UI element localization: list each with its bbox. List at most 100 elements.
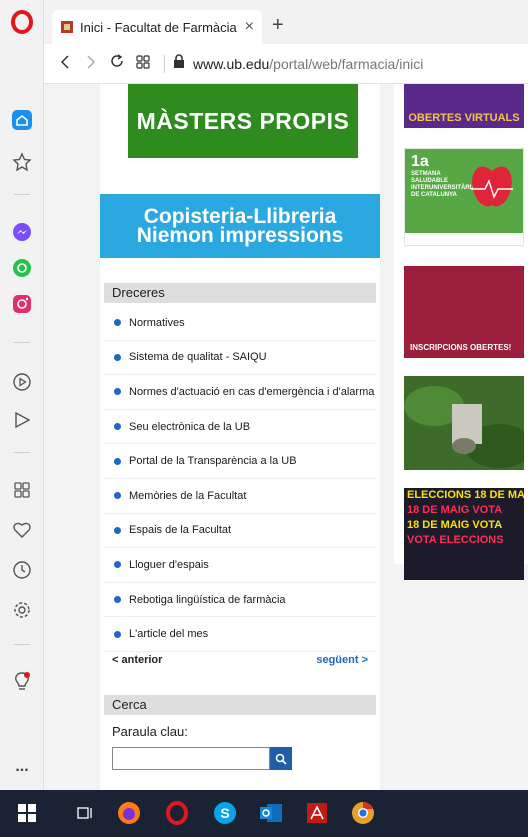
more-icon[interactable]: ...	[10, 755, 34, 779]
dreceres-item-label: Normatives	[129, 316, 185, 329]
dreceres-item[interactable]: Rebotiga lingüística de farmàcia	[104, 583, 376, 618]
eleccions-row: ELECCIONS 18 DE MAI	[407, 489, 524, 501]
web-page: MÀSTERS PROPIS Copisteria-Llibreria Niem…	[44, 84, 528, 790]
dreceres-item-label: Normes d'actuació en cas d'emergència i …	[129, 385, 375, 398]
dreceres-item-label: Rebotiga lingüística de farmàcia	[129, 593, 286, 606]
bullet-icon	[114, 457, 121, 465]
bullet-icon	[114, 492, 121, 500]
inscripcions-label: INSCRIPCIONS OBERTES!	[410, 343, 512, 352]
search-label: Paraula clau:	[112, 724, 188, 739]
acrobat-icon[interactable]	[304, 800, 330, 826]
bullet-icon	[114, 388, 121, 396]
tab-bar: Inici - Facultat de Farmàcia × +	[44, 0, 528, 44]
inscripcions-banner[interactable]: INSCRIPCIONS OBERTES!	[404, 266, 524, 358]
next-link[interactable]: següent >	[316, 654, 368, 666]
dreceres-item[interactable]: Memòries de la Facultat	[104, 479, 376, 514]
sidebar-divider	[14, 194, 30, 195]
windows-start-icon[interactable]	[14, 800, 40, 826]
tab-active[interactable]: Inici - Facultat de Farmàcia ×	[52, 10, 262, 44]
tips-icon[interactable]	[10, 670, 34, 694]
task-view-icon[interactable]	[72, 800, 98, 826]
dreceres-item-label: Seu electrònica de la UB	[129, 420, 251, 433]
eleccions-banner[interactable]: ELECCIONS 18 DE MAI 18 DE MAIG VOTA 18 DE …	[404, 488, 524, 580]
dreceres-item-label: Portal de la Transparència a la UB	[129, 455, 297, 468]
home-icon[interactable]	[10, 108, 34, 132]
messenger-icon[interactable]	[10, 220, 34, 244]
dreceres-item[interactable]: L'article del mes	[104, 617, 376, 652]
dreceres-item[interactable]: Normatives	[104, 306, 376, 341]
settings-icon[interactable]	[10, 598, 34, 622]
dreceres-heading: Dreceres	[104, 283, 376, 303]
setmana-banner-top: 1a SETMANA SALUDABLE INTERUNIVERSITÀRIA …	[405, 149, 523, 233]
dreceres-item-label: Espais de la Facultat	[129, 524, 232, 537]
forward-icon[interactable]	[78, 53, 104, 74]
screen: ... Inici - Facultat de Farmàcia × + www…	[0, 0, 528, 837]
lock-icon	[173, 54, 185, 73]
opera-sidebar: ...	[0, 0, 44, 790]
previous-link[interactable]: < anterior	[112, 654, 162, 666]
cerca-heading: Cerca	[104, 695, 376, 715]
copisteria-line-2: Niemon impressions	[136, 224, 344, 247]
player-icon[interactable]	[10, 370, 34, 394]
workspaces-icon[interactable]	[10, 478, 34, 502]
dreceres-item-label: Lloguer d'espais	[129, 558, 209, 571]
dreceres-item[interactable]: Normes d'actuació en cas d'emergència i …	[104, 375, 376, 410]
address-divider	[164, 54, 165, 73]
heart-icon[interactable]	[10, 518, 34, 542]
opera-icon[interactable]	[164, 800, 190, 826]
bullet-icon	[114, 353, 121, 361]
search-icon	[275, 753, 287, 765]
search-button[interactable]	[270, 747, 292, 770]
setmana-saludable-banner[interactable]: 1a SETMANA SALUDABLE INTERUNIVERSITÀRIA …	[404, 148, 524, 246]
windows-taskbar: S	[0, 790, 528, 837]
sidebar-divider	[14, 452, 30, 453]
svg-text:S: S	[220, 805, 229, 821]
bullet-icon	[114, 561, 121, 569]
history-icon[interactable]	[10, 558, 34, 582]
eleccions-row: VOTA ELECCIONS	[407, 534, 504, 546]
bookmarks-icon[interactable]	[10, 150, 34, 174]
outlook-icon[interactable]	[258, 800, 284, 826]
skype-icon[interactable]: S	[212, 800, 238, 826]
whatsapp-icon[interactable]	[10, 256, 34, 280]
instagram-icon[interactable]	[10, 292, 34, 316]
search-input[interactable]	[112, 747, 270, 770]
tab-close-icon[interactable]: ×	[245, 18, 254, 36]
new-tab-button[interactable]: +	[272, 14, 284, 37]
photo-banner[interactable]	[404, 376, 528, 470]
address-bar: www.ub.edu/portal/web/farmacia/inici	[44, 44, 528, 84]
dreceres-item[interactable]: Seu electrònica de la UB	[104, 410, 376, 445]
dreceres-item-label: Memòries de la Facultat	[129, 489, 247, 502]
dreceres-list: Normatives Sistema de qualitat - SAIQU Nor…	[104, 306, 376, 652]
copisteria-banner[interactable]: Copisteria-Llibreria Niemon impressions	[100, 194, 380, 258]
dreceres-item[interactable]: Sistema de qualitat - SAIQU	[104, 341, 376, 376]
firefox-icon[interactable]	[116, 800, 142, 826]
garden-photo-icon	[404, 376, 528, 470]
dreceres-item[interactable]: Espais de la Facultat	[104, 514, 376, 549]
masters-banner-label: MÀSTERS PROPIS	[128, 84, 358, 158]
sidebar-divider	[14, 644, 30, 645]
url-field[interactable]: www.ub.edu/portal/web/farmacia/inici	[193, 56, 423, 72]
tab-title: Inici - Facultat de Farmàcia	[80, 19, 237, 35]
dreceres-item-label: L'article del mes	[129, 628, 209, 641]
back-icon[interactable]	[52, 53, 78, 74]
masters-banner[interactable]: MÀSTERS PROPIS	[122, 84, 362, 158]
dreceres-item[interactable]: Portal de la Transparència a la UB	[104, 444, 376, 479]
chrome-icon[interactable]	[350, 800, 376, 826]
dreceres-item[interactable]: Lloguer d'espais	[104, 548, 376, 583]
opera-logo-icon[interactable]	[10, 10, 34, 34]
bullet-icon	[114, 423, 121, 431]
bullet-icon	[114, 526, 121, 534]
speed-dial-icon[interactable]	[130, 53, 156, 74]
flow-icon[interactable]	[10, 408, 34, 432]
dreceres-item-label: Sistema de qualitat - SAIQU	[129, 351, 267, 364]
reload-icon[interactable]	[104, 53, 130, 74]
eleccions-row: 18 DE MAIG VOTA	[407, 519, 503, 531]
bullet-icon	[114, 319, 121, 327]
eleccions-row: 18 DE MAIG VOTA	[407, 504, 503, 516]
ofertes-virtuals-banner[interactable]: OBERTES VIRTUALS	[404, 84, 524, 128]
apple-icon	[471, 166, 513, 207]
bullet-icon	[114, 596, 121, 604]
bullet-icon	[114, 630, 121, 638]
ofertes-label: OBERTES VIRTUALS	[408, 112, 520, 124]
